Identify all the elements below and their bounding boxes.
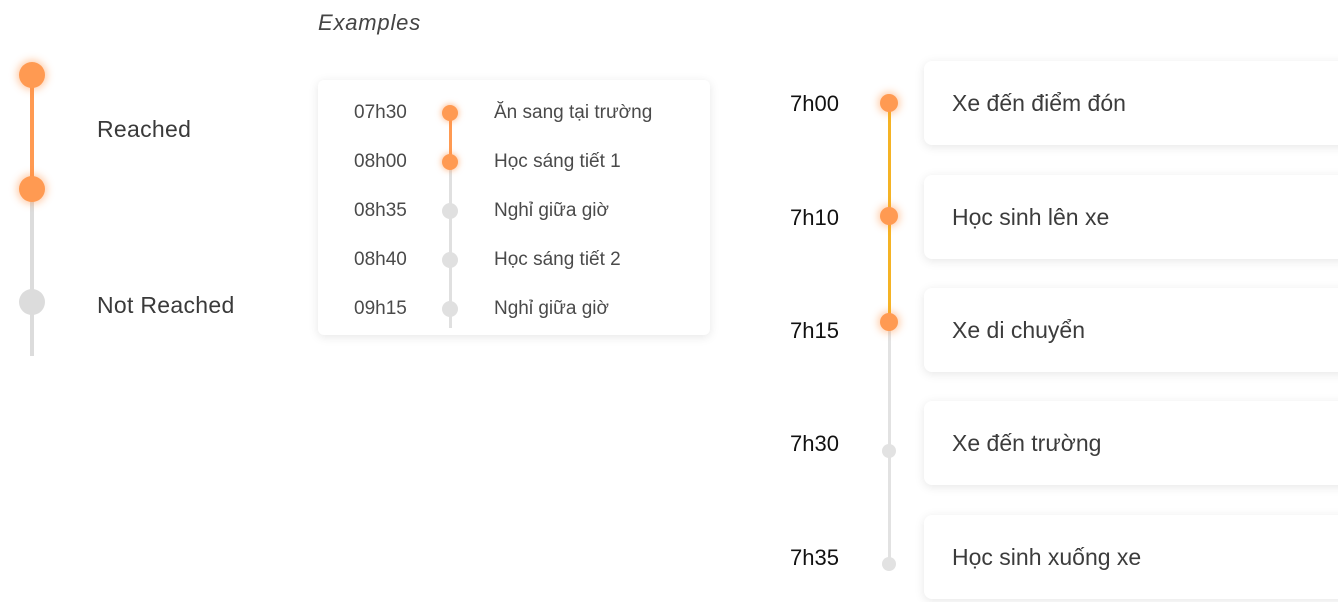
legend-reached-line bbox=[30, 76, 34, 188]
legend-reached-start-dot bbox=[19, 62, 45, 88]
compact-time: 08h00 bbox=[354, 151, 407, 172]
compact-label: Nghỉ giữa giờ bbox=[494, 298, 609, 319]
bus-time: 7h15 bbox=[790, 318, 839, 343]
compact-label: Ăn sang tại trường bbox=[494, 102, 653, 123]
examples-title: Examples bbox=[318, 10, 421, 35]
bus-reached-dot bbox=[880, 313, 898, 331]
bus-event-card[interactable]: Xe đến điểm đón bbox=[924, 61, 1338, 145]
bus-time: 7h10 bbox=[790, 205, 839, 230]
compact-label: Học sáng tiết 2 bbox=[494, 249, 621, 270]
legend-not-reached-label: Not Reached bbox=[97, 292, 235, 318]
compact-label: Nghỉ giữa giờ bbox=[494, 200, 609, 221]
bus-pending-dot bbox=[882, 444, 896, 458]
bus-time: 7h00 bbox=[790, 91, 839, 116]
bus-reached-dot bbox=[880, 207, 898, 225]
bus-time: 7h30 bbox=[790, 431, 839, 456]
legend-not-reached-line bbox=[30, 190, 34, 356]
bus-event-label: Xe đến trường bbox=[952, 430, 1102, 456]
compact-pending-dot bbox=[442, 252, 458, 268]
compact-time: 08h40 bbox=[354, 249, 407, 270]
bus-event-label: Xe di chuyển bbox=[952, 317, 1085, 343]
compact-timeline-row: 09h15 Nghỉ giữa giờ bbox=[318, 294, 710, 324]
compact-pending-dot bbox=[442, 301, 458, 317]
compact-label: Học sáng tiết 1 bbox=[494, 151, 621, 172]
compact-timeline-card: 07h30 Ăn sang tại trường 08h00 Học sáng … bbox=[318, 80, 710, 335]
compact-timeline-row: 08h40 Học sáng tiết 2 bbox=[318, 245, 710, 275]
bus-event-card[interactable]: Xe di chuyển bbox=[924, 288, 1338, 372]
bus-pending-dot bbox=[882, 557, 896, 571]
bus-event-card[interactable]: Xe đến trường bbox=[924, 401, 1338, 485]
legend-not-reached-dot bbox=[19, 289, 45, 315]
compact-reached-dot bbox=[442, 105, 458, 121]
compact-timeline-row: 08h35 Nghỉ giữa giờ bbox=[318, 196, 710, 226]
bus-event-label: Học sinh lên xe bbox=[952, 204, 1110, 230]
legend-reached-label: Reached bbox=[97, 116, 192, 142]
bus-reached-dot bbox=[880, 94, 898, 112]
compact-pending-dot bbox=[442, 203, 458, 219]
bus-event-card[interactable]: Học sinh xuống xe bbox=[924, 515, 1338, 599]
compact-time: 09h15 bbox=[354, 298, 407, 319]
compact-timeline-row: 07h30 Ăn sang tại trường bbox=[318, 98, 710, 128]
bus-event-card[interactable]: Học sinh lên xe bbox=[924, 175, 1338, 259]
compact-timeline-row: 08h00 Học sáng tiết 1 bbox=[318, 147, 710, 177]
legend-reached-end-dot bbox=[19, 176, 45, 202]
compact-time: 08h35 bbox=[354, 200, 407, 221]
bus-time: 7h35 bbox=[790, 545, 839, 570]
compact-time: 07h30 bbox=[354, 102, 407, 123]
bus-event-label: Xe đến điểm đón bbox=[952, 90, 1126, 116]
bus-timeline-pending-line bbox=[888, 321, 891, 565]
bus-event-label: Học sinh xuống xe bbox=[952, 544, 1142, 570]
compact-reached-dot bbox=[442, 154, 458, 170]
